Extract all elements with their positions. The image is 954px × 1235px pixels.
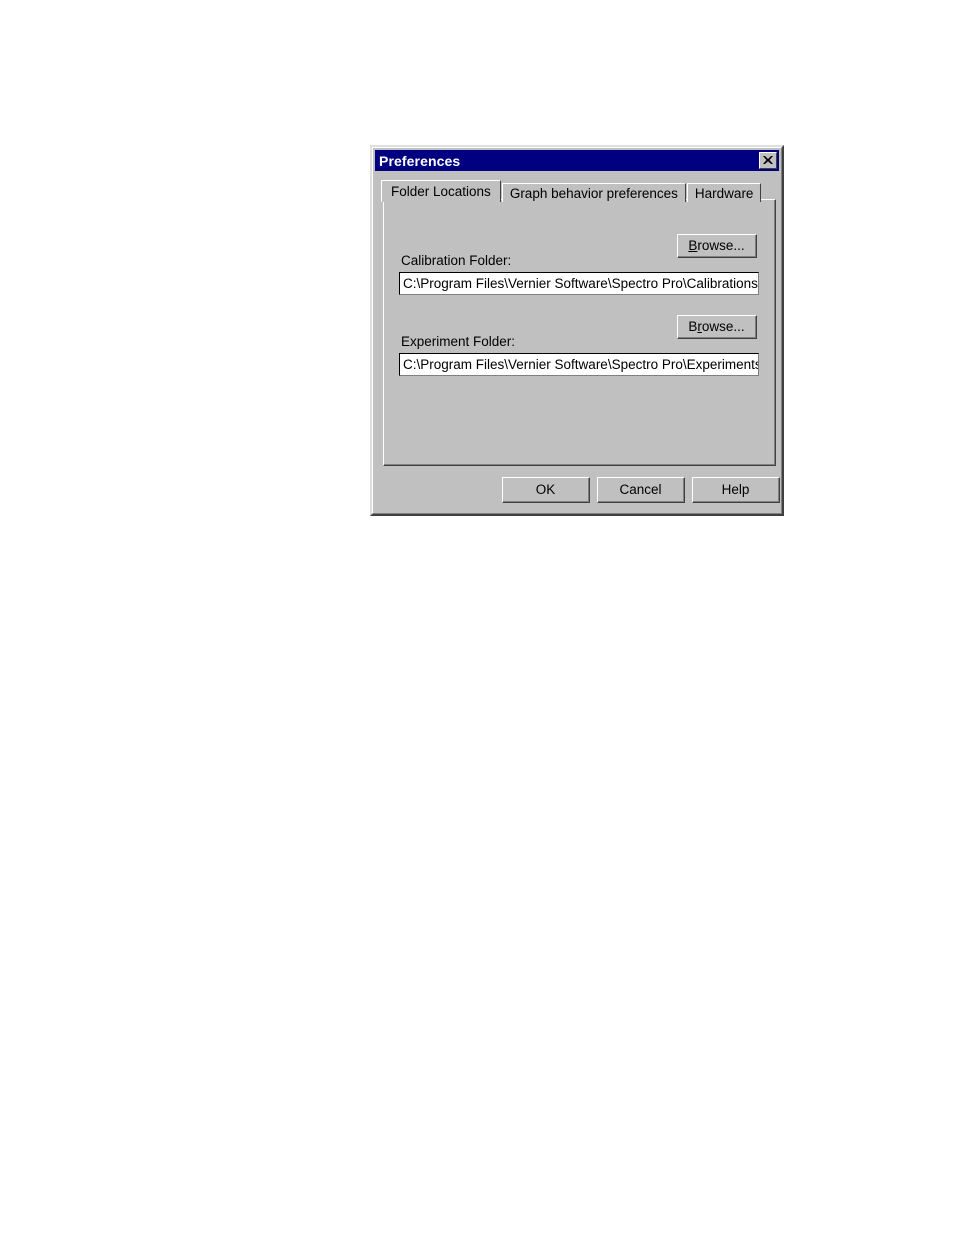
ok-button[interactable]: OK [502,477,590,503]
cancel-button-label: Cancel [598,478,684,502]
calibration-browse-label: Browse... [678,235,756,257]
browse-suffix: rowse... [697,238,745,253]
experiment-browse-button[interactable]: Br owse... [677,315,757,339]
titlebar[interactable]: Preferences [375,150,779,171]
tab-panel-inner-bevel: Calibration Folder: Browse... C:\Program… [384,200,775,465]
browse-accelerator: B [688,238,698,253]
close-x-glyph [763,156,773,164]
ok-button-label: OK [503,478,589,502]
help-button-label: Help [693,478,779,502]
cancel-button[interactable]: Cancel [597,477,685,503]
experiment-browse-label: Br owse... [678,316,756,338]
preferences-dialog: Preferences Folder Locations Graph behav… [370,145,784,516]
experiment-folder-input[interactable]: C:\Program Files\Vernier Software\Spectr… [399,353,759,376]
experiment-folder-value: C:\Program Files\Vernier Software\Spectr… [403,357,758,372]
tab-label: Graph behavior preferences [509,186,678,201]
dialog-button-row: OK Cancel Help [373,477,781,505]
calibration-folder-input[interactable]: C:\Program Files\Vernier Software\Spectr… [399,272,759,295]
tab-graph-behavior-preferences[interactable]: Graph behavior preferences [501,183,686,202]
dialog-title: Preferences [379,152,461,169]
browse-suffix: owse... [701,319,745,334]
tab-label: Folder Locations [391,184,491,199]
browse-prefix: B [688,319,698,334]
tab-hardware[interactable]: Hardware [686,183,762,202]
tab-label: Hardware [694,186,754,201]
calibration-browse-button[interactable]: Browse... [677,234,757,258]
close-icon[interactable] [759,152,777,169]
dialog-inner-bevel: Preferences Folder Locations Graph behav… [372,147,782,514]
experiment-folder-label: Experiment Folder: [401,334,516,349]
tab-folder-locations[interactable]: Folder Locations [381,180,501,202]
calibration-folder-value: C:\Program Files\Vernier Software\Spectr… [403,276,758,291]
tab-panel-folder-locations: Calibration Folder: Browse... C:\Program… [383,199,776,466]
calibration-folder-label: Calibration Folder: [401,253,512,268]
help-button[interactable]: Help [692,477,780,503]
tabstrip: Folder Locations Graph behavior preferen… [381,180,771,202]
